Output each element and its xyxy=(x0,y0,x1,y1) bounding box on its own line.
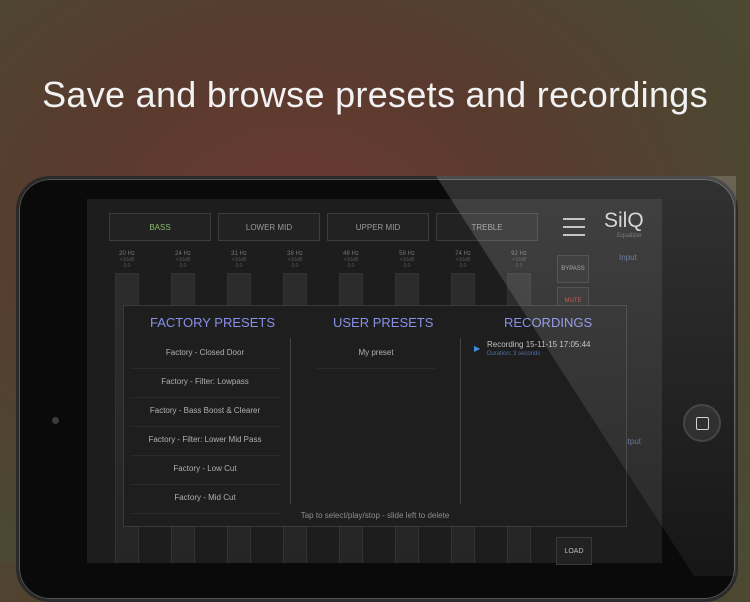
camera-dot xyxy=(52,417,59,424)
column-divider xyxy=(290,338,291,504)
gain-label: 0.0 xyxy=(123,263,131,269)
factory-preset-item[interactable]: Factory - Mid Cut xyxy=(130,485,280,514)
app-logo: SilQ xyxy=(604,209,644,232)
panel-hint: Tap to select/play/stop - slide left to … xyxy=(300,511,450,520)
app-logo-subtitle: Equalizer xyxy=(617,233,643,239)
input-label: Input xyxy=(619,253,637,262)
column-divider xyxy=(460,338,461,504)
play-icon[interactable]: ▶ xyxy=(474,344,480,353)
home-square-icon xyxy=(695,416,709,430)
user-preset-item[interactable]: My preset xyxy=(316,340,436,369)
gain-label: 0.0 xyxy=(403,263,411,269)
gain-label: 0.0 xyxy=(235,263,243,269)
gain-label: 0.0 xyxy=(515,263,523,269)
bypass-button[interactable]: BYPASS xyxy=(557,255,589,283)
recording-name: Recording 15-11-15 17:05:44 xyxy=(487,340,591,349)
recordings-title: RECORDINGS xyxy=(504,315,593,330)
gain-label: 0.0 xyxy=(347,263,355,269)
home-button[interactable] xyxy=(683,404,721,442)
factory-preset-item[interactable]: Factory - Filter: Lowpass xyxy=(130,369,280,398)
factory-preset-item[interactable]: Factory - Low Cut xyxy=(130,456,280,485)
load-button[interactable]: LOAD xyxy=(556,537,592,565)
gain-label: 0.0 xyxy=(291,263,299,269)
recording-duration: Duration: 3 seconds xyxy=(487,351,541,357)
factory-preset-item[interactable]: Factory - Closed Door xyxy=(130,340,280,369)
band-button-upper-mid[interactable]: UPPER MID xyxy=(327,213,429,241)
menu-icon[interactable] xyxy=(563,218,585,242)
factory-presets-title: FACTORY PRESETS xyxy=(150,315,275,330)
presets-panel: FACTORY PRESETS USER PRESETS RECORDINGS … xyxy=(123,305,627,527)
user-presets-title: USER PRESETS xyxy=(333,315,434,330)
headline: Save and browse presets and recordings xyxy=(42,74,708,115)
factory-preset-item[interactable]: Factory - Filter: Lower Mid Pass xyxy=(130,427,280,456)
band-button-bass[interactable]: BASS xyxy=(109,213,211,241)
gain-label: 0.0 xyxy=(459,263,467,269)
gain-label: 0.0 xyxy=(179,263,187,269)
factory-preset-item[interactable]: Factory - Bass Boost & Clearer xyxy=(130,398,280,427)
band-button-lower-mid[interactable]: LOWER MID xyxy=(218,213,320,241)
band-button-treble[interactable]: TREBLE xyxy=(436,213,538,241)
